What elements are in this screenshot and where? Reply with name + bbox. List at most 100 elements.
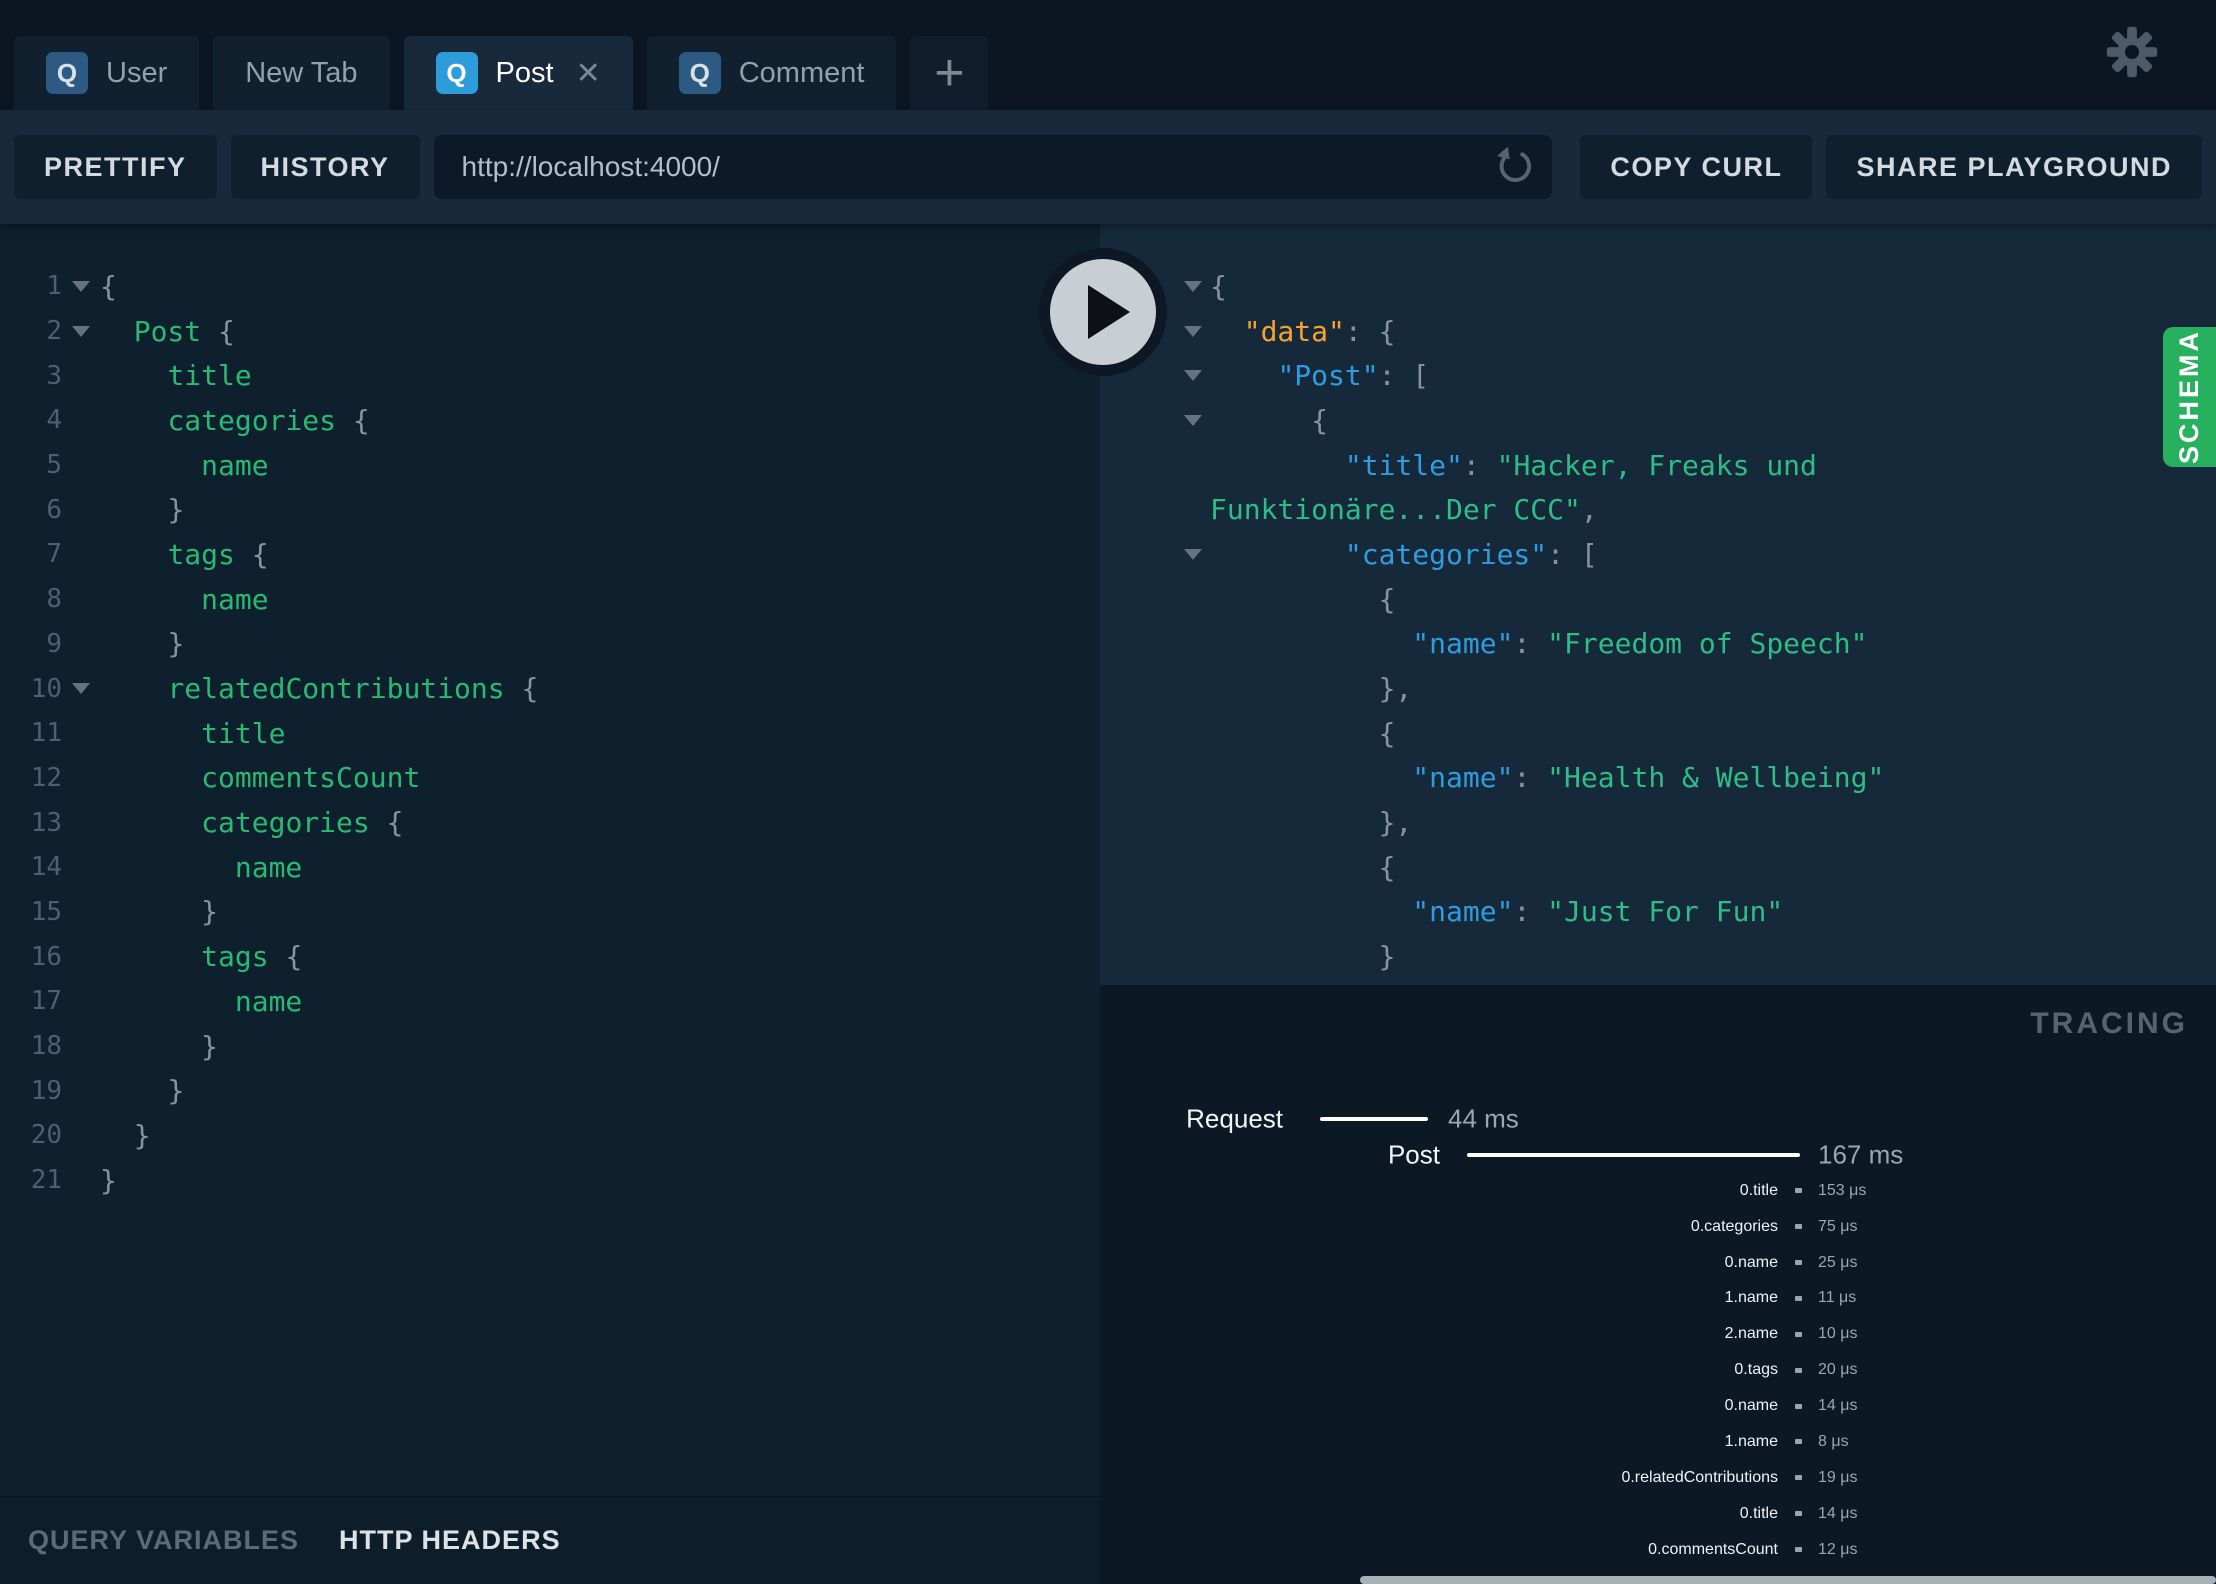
tab-http-headers[interactable]: HTTP HEADERS [339, 1525, 561, 1556]
span-bar [1320, 1116, 1428, 1121]
code-text: "categories": [ [1344, 537, 1598, 571]
prettify-button[interactable]: PRETTIFY [14, 135, 217, 199]
endpoint-url-input[interactable] [433, 151, 1553, 183]
endpoint-url-box [433, 135, 1553, 199]
schema-tab-label: SCHEMA [2174, 329, 2204, 465]
line-number: 21 [30, 1165, 62, 1196]
fold-arrow-slot[interactable] [62, 280, 100, 292]
resolver-path: 0.categories [1690, 1217, 1778, 1235]
fold-arrow-slot[interactable] [62, 683, 100, 695]
top-bar: Q User New Tab Q Post ✕ Q Comment + [0, 0, 2216, 110]
code-text: Funktionäre...Der CCC", [1210, 493, 1598, 527]
code-text: { [1378, 850, 1396, 884]
tab-post[interactable]: Q Post ✕ [403, 36, 633, 110]
refresh-schema-icon[interactable] [1492, 145, 1536, 189]
code-text: "name": "Just For Fun" [1412, 895, 1784, 929]
play-icon [1088, 285, 1130, 339]
editor-line: 17 name [0, 979, 1100, 1024]
fold-arrow-icon[interactable] [72, 325, 90, 337]
fold-arrow-slot[interactable] [62, 325, 100, 337]
new-tab-button[interactable]: + [910, 36, 989, 110]
fold-arrow-slot[interactable] [1183, 414, 1203, 426]
span-time: 167 ms [1818, 1139, 1904, 1170]
tracing-resolver-row: 0.relatedContributions 19 μs [1100, 1460, 2216, 1496]
line-number: 6 [46, 494, 62, 525]
editor-line: 13 categories { [0, 800, 1100, 845]
code-text: tags { [201, 940, 303, 974]
response-line: "data": { [1100, 309, 2216, 354]
tab-user[interactable]: Q User [14, 36, 200, 110]
tab-query-variables[interactable]: QUERY VARIABLES [28, 1525, 299, 1556]
fold-arrow-slot[interactable] [1183, 548, 1203, 560]
tab-new-tab[interactable]: New Tab [213, 36, 390, 110]
fold-arrow-slot[interactable] [1183, 325, 1203, 337]
fold-arrow-icon[interactable] [1184, 370, 1202, 382]
response-pane: { "data": { "Post": [ { "title": "Hacker… [1100, 224, 2216, 985]
editor-line: 3 title [0, 353, 1100, 398]
response-line: "name": "Just For Fun" [1100, 890, 2216, 935]
code-text: tags { [167, 537, 269, 571]
tab-comment[interactable]: Q Comment [646, 36, 897, 110]
close-tab-icon[interactable]: ✕ [576, 56, 601, 91]
line-number: 19 [30, 1075, 62, 1106]
editor-line: 10 relatedContributions { [0, 666, 1100, 711]
line-number: 1 [46, 271, 62, 302]
code-text: title [167, 359, 252, 393]
editor-line: 21} [0, 1158, 1100, 1203]
code-text: { [1378, 716, 1396, 750]
resolver-duration-bar [1778, 1188, 1818, 1194]
span-label: Post [1387, 1139, 1440, 1170]
code-text: } [167, 493, 185, 527]
response-viewer[interactable]: { "data": { "Post": [ { "title": "Hacker… [1100, 224, 2216, 985]
tracing-resolver-row: 1.name 8 μs [1100, 1424, 2216, 1460]
tracing-resolver-row: 1.name 11 μs [1100, 1280, 2216, 1316]
editor-line: 6 } [0, 487, 1100, 532]
response-line: { [1100, 711, 2216, 756]
resolver-duration-bar [1778, 1260, 1818, 1265]
code-text: } [100, 1163, 117, 1197]
response-line: }, [1100, 800, 2216, 845]
line-number: 20 [30, 1120, 62, 1151]
resolver-path: 2.name [1724, 1325, 1778, 1343]
fold-arrow-slot[interactable] [1183, 370, 1203, 382]
resolver-time: 12 μs [1818, 1540, 1858, 1558]
code-text: categories { [201, 806, 404, 840]
resolver-time: 75 μs [1818, 1217, 1858, 1235]
share-playground-button[interactable]: SHARE PLAYGROUND [1826, 135, 2202, 199]
fold-arrow-icon[interactable] [1184, 548, 1202, 560]
fold-arrow-icon[interactable] [72, 683, 90, 695]
code-text: relatedContributions { [167, 672, 539, 706]
editor-line: 14 name [0, 845, 1100, 890]
main-area: 1{2 Post {3 title 4 categories {5 name 6 }… [0, 224, 2216, 1584]
code-text: "name": "Freedom of Speech" [1412, 627, 1868, 661]
tab-label: User [106, 56, 168, 89]
history-button[interactable]: HISTORY [230, 135, 420, 199]
query-editor[interactable]: 1{2 Post {3 title 4 categories {5 name 6 }… [0, 224, 1100, 1202]
fold-arrow-icon[interactable] [1184, 325, 1202, 337]
settings-gear-icon[interactable] [2104, 24, 2160, 80]
response-line: }, [1100, 666, 2216, 711]
fold-arrow-slot[interactable] [1183, 280, 1203, 292]
resolver-duration-bar [1778, 1475, 1818, 1481]
editor-line: 19 } [0, 1068, 1100, 1113]
resolver-time: 19 μs [1818, 1468, 1858, 1486]
tracing-resolver-row: 0.name 14 μs [1100, 1388, 2216, 1424]
line-number: 7 [46, 539, 62, 570]
fold-arrow-icon[interactable] [1184, 414, 1202, 426]
fold-arrow-icon[interactable] [1184, 280, 1202, 292]
code-text: "name": "Health & Wellbeing" [1412, 761, 1885, 795]
code-text: "Post": [ [1277, 359, 1430, 393]
span-bar [1467, 1152, 1800, 1157]
resolver-path: 1.name [1724, 1289, 1778, 1307]
fold-arrow-icon[interactable] [72, 280, 90, 292]
code-text: { [1311, 403, 1329, 437]
resolver-path: 0.name [1724, 1397, 1778, 1415]
schema-tab[interactable]: SCHEMA [2163, 327, 2216, 467]
tracing-resolver-row: 0.categories 75 μs [1100, 1209, 2216, 1245]
tab-label: Comment [738, 56, 865, 89]
response-line: "categories": [ [1100, 532, 2216, 577]
tracing-horizontal-scrollbar[interactable] [1360, 1576, 2216, 1584]
copy-curl-button[interactable]: COPY CURL [1580, 135, 1813, 199]
query-badge: Q [435, 52, 478, 94]
execute-button[interactable] [1039, 248, 1167, 376]
